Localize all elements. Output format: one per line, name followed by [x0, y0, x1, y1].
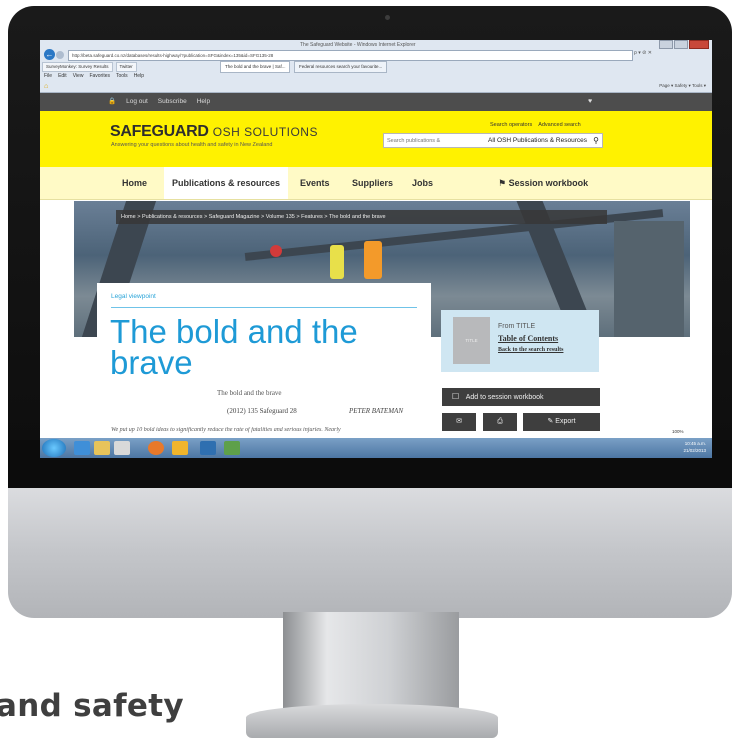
nav-publications[interactable]: Publications & resources [164, 167, 289, 199]
camera [385, 15, 390, 20]
site-header: SAFEGUARD OSH SOLUTIONS Answering your q… [40, 111, 712, 167]
folder-icon[interactable] [94, 441, 110, 455]
article-title: The bold and the brave [110, 313, 358, 381]
logo-secondary: OSH SOLUTIONS [212, 125, 318, 139]
envelope-icon: ✉ [456, 418, 462, 425]
screen: The Safeguard Website - Windows Internet… [40, 40, 712, 458]
menu-view[interactable]: View [73, 73, 84, 79]
ie-icon[interactable] [74, 441, 90, 455]
search-box: All OSH Publications & Resources ⚲ [383, 133, 603, 148]
red-wheel [270, 245, 282, 257]
menu-edit[interactable]: Edit [58, 73, 67, 79]
firefox-icon[interactable] [148, 441, 164, 455]
export-label: Export [555, 418, 576, 425]
worker [330, 245, 344, 279]
top-links: 🔒 Log out Subscribe Help [108, 93, 210, 111]
favorite-item[interactable]: SurveyMonkey: Survey Results [42, 62, 113, 72]
menu-favorites[interactable]: Favorites [89, 73, 110, 79]
address-bar[interactable]: http://beta.safeguard.co.nz/databases/re… [68, 50, 633, 61]
lock-icon: 🔒 [108, 98, 117, 105]
breadcrumb[interactable]: Home > Publications & resources > Safegu… [116, 210, 607, 224]
export-icon: ✎ [547, 418, 554, 425]
browser-chrome: The Safeguard Website - Windows Internet… [40, 40, 712, 93]
bookmark-icon: ☐ [452, 392, 460, 401]
article-meta-title: The bold and the brave [217, 389, 282, 397]
worker [364, 241, 382, 279]
print-button[interactable]: ⎙ [483, 413, 517, 431]
site-logo[interactable]: SAFEGUARD OSH SOLUTIONS [110, 123, 318, 141]
browser-tab-active[interactable]: The bold and the brave | Saf... [220, 61, 291, 73]
divider [111, 307, 417, 308]
home-icon[interactable]: ⌂ [44, 83, 48, 90]
browser-tab[interactable]: Federal resources search your favourite.… [294, 61, 388, 73]
toc-card: TITLE From TITLE Table of Contents Back … [441, 310, 599, 372]
girder [614, 221, 684, 337]
media-icon[interactable] [114, 441, 130, 455]
article-abstract: We put up 10 bold ideas to significantly… [111, 427, 341, 433]
menu-tools[interactable]: Tools [116, 73, 128, 79]
favorites-bar: SurveyMonkey: Survey Results Twitter [42, 62, 137, 72]
nav-session-workbook[interactable]: ⚑ Session workbook [498, 167, 588, 199]
article-author: PETER BATEMAN [349, 407, 403, 415]
heart-icon[interactable]: ♥ [588, 93, 592, 111]
minimize-button[interactable] [659, 40, 673, 49]
search-scope-select[interactable]: All OSH Publications & Resources [488, 134, 587, 147]
taskbar-clock[interactable]: 10:45 a.m. 21/02/2013 [683, 440, 706, 454]
nav-events[interactable]: Events [300, 167, 330, 199]
back-to-results-link[interactable]: Back to the search results [498, 347, 563, 353]
logo-main: SAFEGUARD [110, 123, 209, 140]
article-card: Legal viewpoint The bold and the brave T… [97, 283, 431, 433]
add-to-workbook-button[interactable]: ☐ Add to session workbook [442, 388, 600, 406]
export-button[interactable]: ✎ Export [523, 413, 600, 431]
toc-from: From TITLE [498, 323, 536, 330]
subscribe-link[interactable]: Subscribe [158, 93, 187, 111]
outlook-icon[interactable] [200, 441, 216, 455]
zoom-level[interactable]: 100% [672, 429, 684, 434]
publication-thumbnail[interactable]: TITLE [453, 317, 490, 364]
nav-session-workbook-label: Session workbook [508, 178, 589, 188]
add-to-workbook-label: Add to session workbook [465, 394, 544, 401]
nav-jobs[interactable]: Jobs [412, 167, 433, 199]
article-reference: (2012) 135 Safeguard 28 [227, 407, 297, 415]
excel-icon[interactable] [224, 441, 240, 455]
table-of-contents-link[interactable]: Table of Contents [498, 334, 558, 343]
promo-tagline: and safety [0, 688, 184, 724]
clock-date: 21/02/2013 [683, 448, 706, 453]
taskbar: 10:45 a.m. 21/02/2013 [40, 438, 712, 458]
search-icon[interactable]: ⚲ [593, 134, 599, 147]
clock-time: 10:45 a.m. [684, 441, 706, 446]
window-title: The Safeguard Website - Windows Internet… [300, 42, 416, 48]
explorer-icon[interactable] [172, 441, 188, 455]
logout-link[interactable]: Log out [126, 93, 148, 111]
window-controls [659, 40, 709, 49]
menu-help[interactable]: Help [134, 73, 144, 79]
menu-file[interactable]: File [44, 73, 52, 79]
command-bar[interactable]: Page ▾ Safety ▾ Tools ▾ [659, 83, 706, 89]
favorite-item[interactable]: Twitter [115, 62, 137, 72]
monitor-chin [8, 468, 732, 618]
site-top-bar: 🔒 Log out Subscribe Help ♥ [40, 93, 712, 111]
search-operators-link[interactable]: Search operators [490, 122, 532, 128]
close-button[interactable] [689, 40, 709, 49]
menu-bar: File Edit View Favorites Tools Help [44, 73, 144, 79]
nav-home[interactable]: Home [122, 167, 147, 199]
monitor-stand-base [246, 704, 498, 738]
advanced-search-link[interactable]: Advanced search [538, 122, 581, 128]
printer-icon: ⎙ [497, 418, 503, 425]
bookmark-icon: ⚑ [498, 178, 507, 188]
start-button[interactable] [42, 439, 66, 457]
maximize-button[interactable] [674, 40, 688, 49]
main-nav: Home Publications & resources Events Sup… [40, 167, 712, 200]
logo-tagline: Answering your questions about health an… [111, 142, 273, 148]
nav-suppliers[interactable]: Suppliers [352, 167, 393, 199]
email-button[interactable]: ✉ [442, 413, 476, 431]
forward-button[interactable] [56, 51, 64, 59]
search-links: Search operators Advanced search [490, 122, 581, 128]
article-kicker[interactable]: Legal viewpoint [111, 293, 156, 300]
address-tools[interactable]: ρ ▾ ⊘ ✕ [634, 50, 652, 56]
search-input[interactable] [384, 134, 490, 147]
back-button[interactable]: ← [44, 49, 55, 60]
help-link[interactable]: Help [197, 93, 210, 111]
